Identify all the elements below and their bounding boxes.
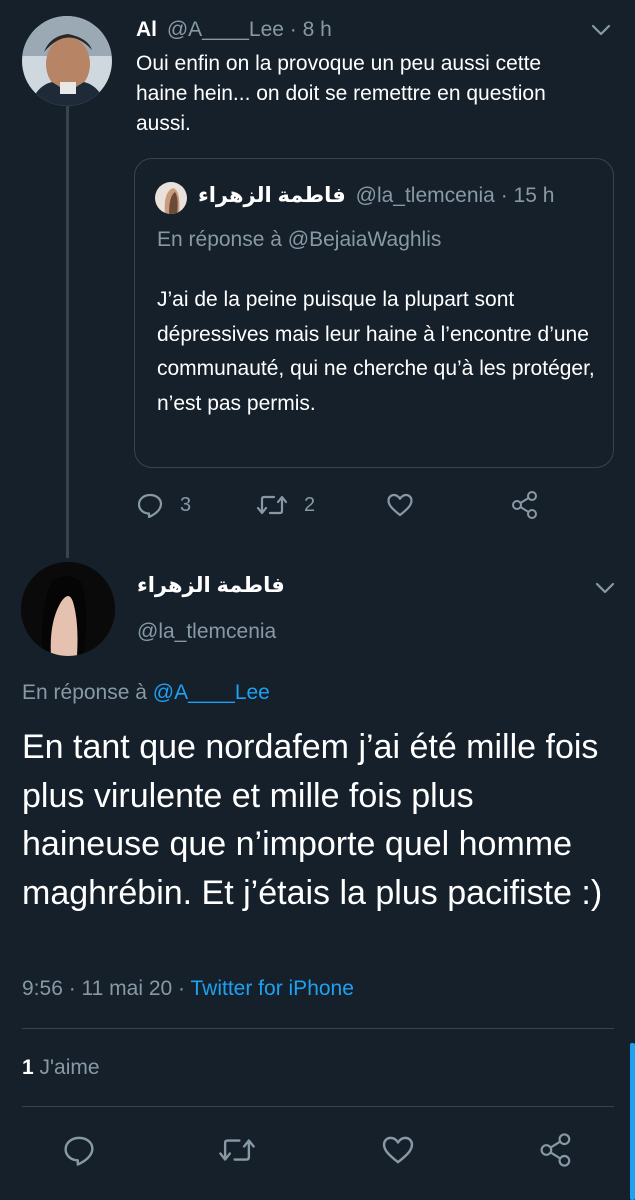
reply-icon <box>64 1136 94 1166</box>
retweet-icon <box>256 495 288 515</box>
main-author-handle[interactable]: @la_tlemcenia <box>137 620 276 644</box>
parent-author-name[interactable]: Al <box>136 18 157 41</box>
main-share-button[interactable] <box>538 1132 574 1168</box>
main-reply-button[interactable] <box>62 1134 96 1166</box>
main-reply-to-link[interactable]: @A____Lee <box>153 681 270 704</box>
main-author-name[interactable]: فاطمة الزهراء <box>137 573 285 598</box>
parent-like-button[interactable] <box>386 492 414 518</box>
quoted-reply-prefix: En réponse à <box>157 228 282 251</box>
main-tweet-text: En tant que nordafem j’ai été mille fois… <box>22 728 603 912</box>
main-source-link[interactable]: Twitter for iPhone <box>191 977 354 1000</box>
main-timestamp[interactable]: 9:56 · 11 mai 20 · <box>22 977 185 1000</box>
share-icon <box>512 491 537 519</box>
retweet-icon <box>219 1139 255 1161</box>
heart-icon <box>382 1136 414 1164</box>
scrollbar[interactable] <box>630 1043 635 1200</box>
divider <box>22 1106 614 1107</box>
quoted-avatar <box>155 182 187 214</box>
share-icon <box>540 1133 571 1167</box>
parent-tweet-text: Oui enfin on la provoque un peu aussi ce… <box>136 52 546 135</box>
separator-dot: · <box>289 18 297 41</box>
parent-menu-button[interactable] <box>590 22 612 38</box>
separator-dot: · <box>500 184 508 207</box>
quoted-reply-to: @BejaiaWaghlis <box>287 228 442 251</box>
main-like-button[interactable] <box>381 1134 415 1166</box>
parent-retweet-button[interactable]: 2 <box>256 492 315 518</box>
likes-label: J'aime <box>39 1056 100 1079</box>
reply-icon <box>137 493 163 518</box>
parent-time[interactable]: 8 h <box>303 18 332 41</box>
chevron-down-icon <box>591 24 611 36</box>
parent-share-button[interactable] <box>510 490 540 520</box>
parent-avatar-image <box>22 16 112 106</box>
quoted-author-name: فاطمة الزهراء <box>198 184 346 207</box>
parent-reply-count: 3 <box>180 493 192 516</box>
quoted-author-handle: @la_tlemcenia <box>355 184 495 207</box>
likes-summary[interactable]: 1 J'aime <box>22 1056 100 1080</box>
heart-icon <box>387 493 413 517</box>
parent-retweet-count: 2 <box>304 493 316 516</box>
parent-reply-button[interactable]: 3 <box>136 492 191 518</box>
main-reply-prefix: En réponse à <box>22 681 147 704</box>
divider <box>22 1028 614 1029</box>
chevron-down-icon <box>595 582 615 594</box>
parent-avatar[interactable] <box>22 16 112 106</box>
quoted-time: 15 h <box>513 184 555 207</box>
quoted-tweet-text: J’ai de la peine puisque la plupart sont… <box>157 288 595 415</box>
parent-author-handle[interactable]: @A____Lee <box>167 18 284 41</box>
thread-line <box>66 106 69 558</box>
main-avatar-image <box>21 562 115 656</box>
main-retweet-button[interactable] <box>218 1134 256 1166</box>
likes-count: 1 <box>22 1056 34 1079</box>
main-menu-button[interactable] <box>594 580 616 596</box>
main-avatar[interactable] <box>21 562 115 656</box>
quoted-avatar-image <box>155 182 187 214</box>
